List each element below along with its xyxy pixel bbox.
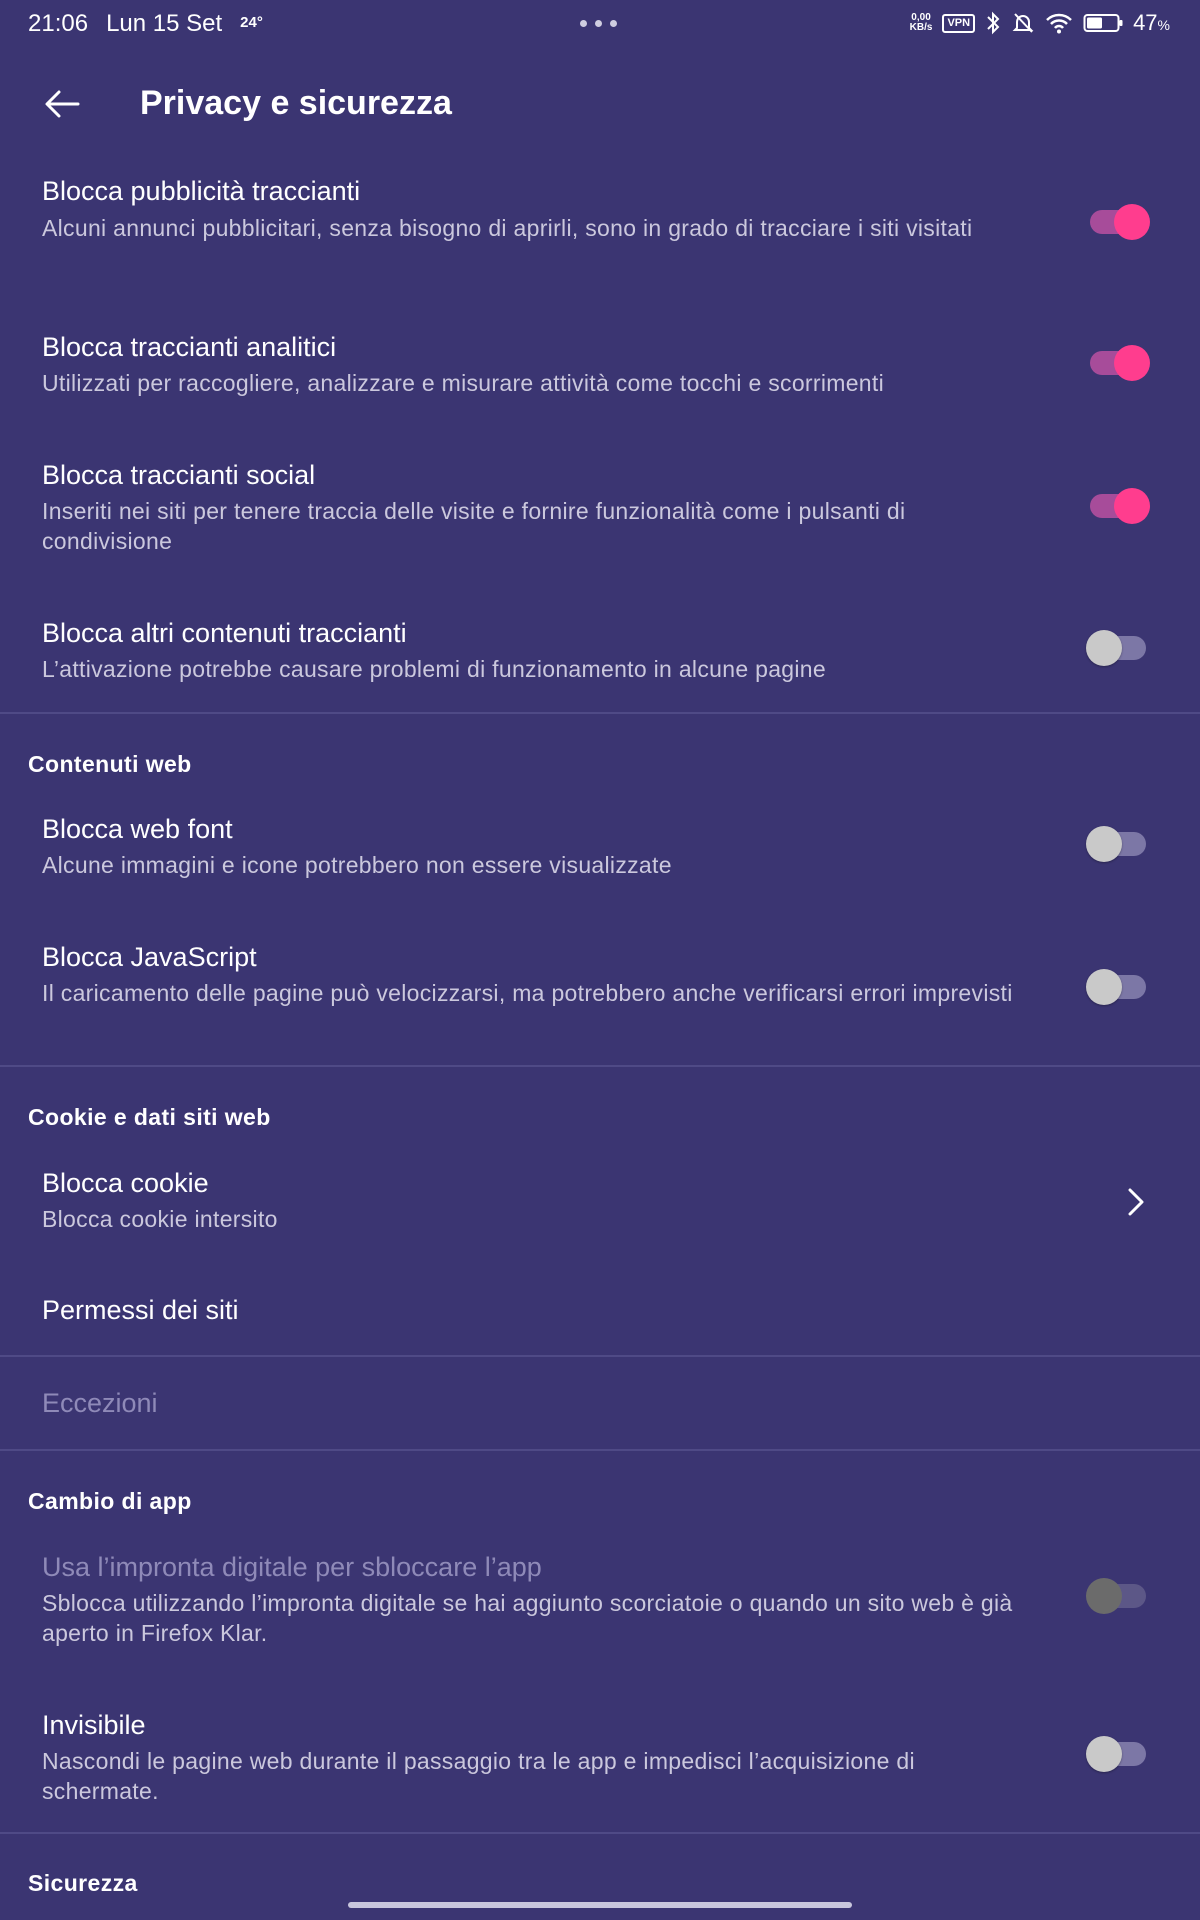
- settings-screen: 21:06 Lun 15 Set 24° 0,00 KB/s VPN 47% P…: [0, 0, 1200, 1920]
- section-header-cookies: Cookie e dati siti web: [28, 1104, 271, 1130]
- pref-summary: Blocca cookie intersito: [42, 1206, 278, 1232]
- status-date: Lun 15 Set: [106, 10, 223, 37]
- pref-block-other-trackers[interactable]: Blocca altri contenuti traccianti L’atti…: [0, 614, 1200, 706]
- section-header-app-switch: Cambio di app: [28, 1488, 192, 1514]
- divider: [0, 1832, 1200, 1834]
- switch-block-other-trackers[interactable]: [1086, 628, 1150, 668]
- divider: [0, 712, 1200, 714]
- pref-summary: Il caricamento delle pagine può velocizz…: [42, 980, 1013, 1006]
- net-speed: 0,00 KB/s: [909, 12, 933, 33]
- section-header-security: Sicurezza: [28, 1870, 138, 1896]
- pref-title: Blocca pubblicità traccianti: [42, 176, 361, 206]
- pref-site-permissions[interactable]: Permessi dei siti: [0, 1290, 1200, 1352]
- status-temperature: 24°: [240, 14, 263, 31]
- pref-block-javascript[interactable]: Blocca JavaScript Il caricamento delle p…: [0, 938, 1200, 1058]
- section-header-web-content: Contenuti web: [28, 751, 192, 777]
- pref-block-web-fonts[interactable]: Blocca web font Alcune immagini e icone …: [0, 810, 1200, 902]
- pref-title: Permessi dei siti: [42, 1295, 239, 1325]
- page-title: Privacy e sicurezza: [140, 84, 452, 122]
- pref-exceptions[interactable]: Eccezioni: [0, 1372, 1200, 1434]
- pref-block-cookies[interactable]: Blocca cookie Blocca cookie intersito: [0, 1164, 1200, 1256]
- pref-summary: Utilizzati per raccogliere, analizzare e…: [42, 370, 884, 396]
- pref-title: Blocca cookie: [42, 1168, 209, 1198]
- more-dots-icon: [580, 20, 617, 27]
- arrow-back-icon: [45, 90, 80, 118]
- pref-summary: Sblocca utilizzando l’impronta digitale …: [42, 1590, 1013, 1646]
- pref-summary: Nascondi le pagine web durante il passag…: [42, 1748, 915, 1804]
- pref-title: Blocca web font: [42, 814, 233, 844]
- vpn-icon: VPN: [942, 13, 976, 33]
- battery-percent: 47%: [1133, 10, 1170, 35]
- bell-muted-icon: [1012, 13, 1034, 33]
- pref-block-social-trackers[interactable]: Blocca traccianti social Inseriti nei si…: [0, 456, 1200, 576]
- bluetooth-icon: [987, 11, 1000, 35]
- back-button[interactable]: [36, 78, 88, 130]
- battery-icon: [1083, 14, 1123, 32]
- switch-invisible[interactable]: [1086, 1734, 1150, 1774]
- pref-summary: Alcune immagini e icone potrebbero non e…: [42, 852, 672, 878]
- divider: [0, 1355, 1200, 1357]
- switch-block-javascript[interactable]: [1086, 967, 1150, 1007]
- pref-invisible[interactable]: Invisibile Nascondi le pagine web durant…: [0, 1706, 1200, 1826]
- switch-block-social-trackers[interactable]: [1086, 486, 1150, 526]
- pref-title: Blocca traccianti social: [42, 460, 316, 490]
- pref-block-ad-trackers[interactable]: Blocca pubblicità traccianti Alcuni annu…: [0, 170, 1200, 290]
- switch-block-analytics-trackers[interactable]: [1086, 343, 1150, 383]
- pref-summary: Inseriti nei siti per tenere traccia del…: [42, 498, 906, 554]
- app-bar: Privacy e sicurezza: [0, 60, 1200, 146]
- pref-fingerprint-unlock: Usa l’impronta digitale per sbloccare l’…: [0, 1548, 1200, 1668]
- switch-block-web-fonts[interactable]: [1086, 824, 1150, 864]
- gesture-navigation-handle[interactable]: [348, 1902, 852, 1908]
- status-bar: 21:06 Lun 15 Set 24° 0,00 KB/s VPN 47%: [0, 0, 1200, 46]
- pref-title: Invisibile: [42, 1710, 146, 1740]
- pref-summary: Alcuni annunci pubblicitari, senza bisog…: [42, 215, 973, 241]
- chevron-right-icon: [1128, 1188, 1144, 1216]
- pref-title: Eccezioni: [42, 1388, 158, 1418]
- pref-summary: L’attivazione potrebbe causare problemi …: [42, 656, 826, 682]
- pref-title: Blocca altri contenuti traccianti: [42, 618, 407, 648]
- wifi-icon: [1046, 13, 1072, 34]
- divider: [0, 1449, 1200, 1451]
- switch-block-ad-trackers[interactable]: [1086, 202, 1150, 242]
- pref-title: Blocca traccianti analitici: [42, 332, 337, 362]
- divider: [0, 1065, 1200, 1067]
- pref-block-analytics-trackers[interactable]: Blocca traccianti analitici Utilizzati p…: [0, 328, 1200, 420]
- pref-title: Blocca JavaScript: [42, 942, 257, 972]
- pref-title: Usa l’impronta digitale per sbloccare l’…: [42, 1552, 542, 1582]
- status-time: 21:06: [28, 10, 89, 37]
- switch-fingerprint-unlock: [1086, 1576, 1150, 1616]
